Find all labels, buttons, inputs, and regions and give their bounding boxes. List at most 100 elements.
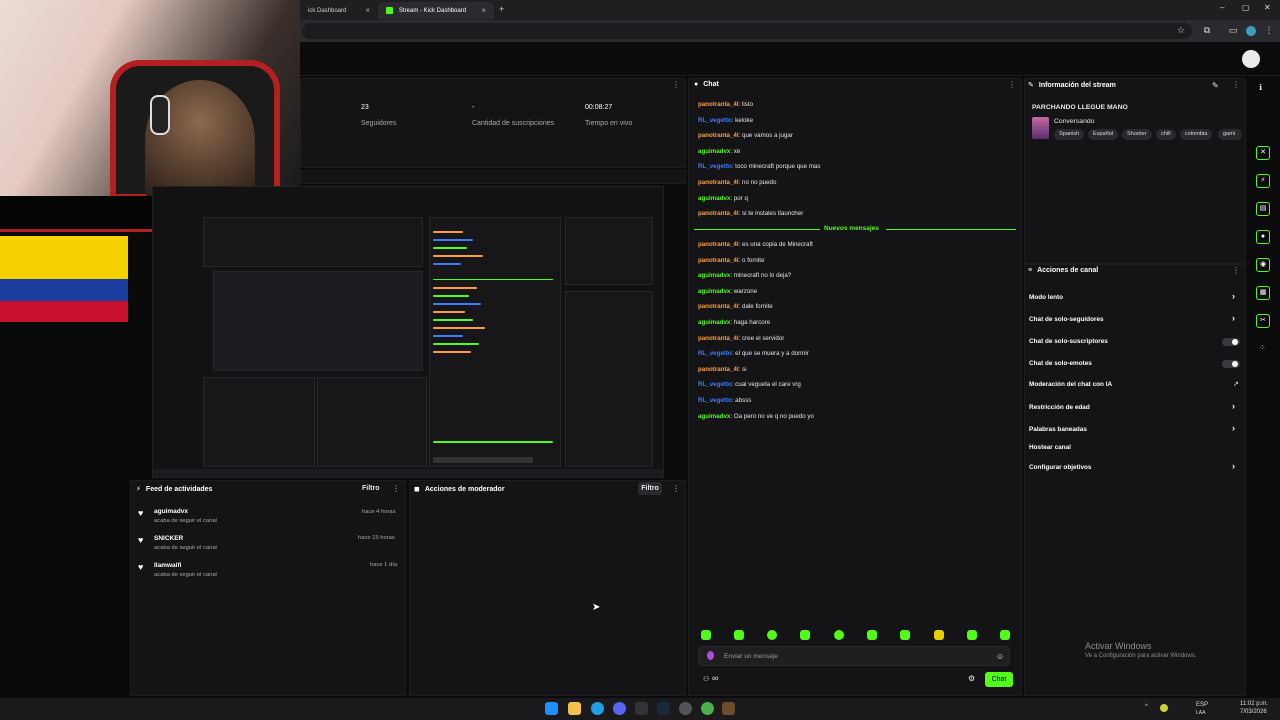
tray-date[interactable]: 7/03/2026	[1240, 709, 1267, 715]
rail-grid-icon[interactable]: ▦	[1256, 286, 1270, 300]
users-icon[interactable]: ⚇	[703, 675, 709, 683]
close-icon[interactable]: ×	[481, 6, 486, 15]
chat-menu-icon[interactable]: ⋮	[1008, 80, 1016, 89]
infinity-icon[interactable]: ∞	[712, 673, 718, 683]
address-field[interactable]	[302, 23, 1192, 39]
chevron-right-icon[interactable]: ›	[1232, 291, 1235, 301]
info-icon[interactable]: ℹ	[1259, 83, 1262, 92]
activity-menu-icon[interactable]: ⋮	[392, 484, 400, 493]
tray-app-icon[interactable]	[1160, 704, 1168, 712]
tray-time[interactable]: 11:02 p.m.	[1240, 701, 1268, 707]
emotes-only-toggle[interactable]	[1222, 360, 1240, 368]
edge-icon[interactable]	[591, 702, 604, 715]
chat-username[interactable]: panotranta_4l	[698, 132, 739, 139]
emote-icon[interactable]	[834, 630, 844, 640]
chat-username[interactable]: aguimadvx	[698, 319, 730, 326]
emote-icon[interactable]	[934, 630, 944, 640]
action-banned-words[interactable]: Palabras baneadas	[1029, 426, 1087, 433]
profile-icon[interactable]	[1246, 26, 1256, 36]
chat-username[interactable]: aguimadvx	[698, 148, 730, 155]
rail-close-icon[interactable]: ✕	[1256, 146, 1270, 160]
moderator-filter-button[interactable]: Filtro	[638, 482, 662, 495]
subscribers-only-toggle[interactable]	[1222, 338, 1240, 346]
emote-icon[interactable]	[1000, 630, 1010, 640]
bookmark-star-icon[interactable]: ☆	[1176, 25, 1186, 35]
emote-icon[interactable]	[767, 630, 777, 640]
emote-icon[interactable]	[867, 630, 877, 640]
app-icon[interactable]	[635, 702, 648, 715]
chat-username[interactable]: RL_vegetto	[698, 163, 732, 170]
chat-username[interactable]: aguimadvx	[698, 195, 730, 202]
tag-chip[interactable]: colombia	[1180, 129, 1213, 140]
action-followers-only[interactable]: Chat de solo-seguidores	[1029, 316, 1104, 323]
chat-username[interactable]: aguimadvx	[698, 413, 730, 420]
chat-username[interactable]: aguimadvx	[698, 288, 730, 295]
action-host-channel[interactable]: Hostear canal	[1029, 444, 1071, 451]
mic-icon[interactable]	[707, 651, 714, 660]
emote-icon[interactable]	[734, 630, 744, 640]
minimize-icon[interactable]: –	[1220, 3, 1224, 12]
chevron-right-icon[interactable]: ›	[1232, 461, 1235, 471]
cast-icon[interactable]: ▭	[1228, 25, 1238, 35]
moderator-menu-icon[interactable]: ⋮	[672, 484, 680, 493]
chat-username[interactable]: RL_vegetto	[698, 117, 732, 124]
tag-chip[interactable]: Shooter	[1122, 129, 1152, 140]
tray-lang[interactable]: ESP	[1196, 702, 1208, 708]
obs-icon[interactable]	[679, 702, 692, 715]
minecraft-icon[interactable]	[722, 702, 735, 715]
action-age-restriction[interactable]: Restricción de edad	[1029, 404, 1090, 411]
browser-tab-dashboard[interactable]: ick Dashboard ×	[300, 2, 378, 19]
rail-document-icon[interactable]: ▤	[1256, 202, 1270, 216]
tag-chip[interactable]: Spanish	[1054, 129, 1085, 140]
activity-filter-button[interactable]: Filtro	[362, 485, 380, 492]
stats-menu-icon[interactable]: ⋮	[672, 80, 680, 89]
chat-username[interactable]: panotranta_4l	[698, 210, 739, 217]
settings-gear-icon[interactable]: ⚙	[968, 674, 975, 683]
tray-chevron-icon[interactable]: ^	[1145, 704, 1148, 710]
chat-username[interactable]: panotranta_4l	[698, 366, 739, 373]
tag-chip[interactable]: gami	[1218, 129, 1242, 140]
emote-icon[interactable]	[800, 630, 810, 640]
chat-username[interactable]: RL_vegetto	[698, 381, 732, 388]
new-messages-divider[interactable]: Nuevos mensajes	[694, 225, 1016, 234]
action-ai-moderation[interactable]: Moderación del chat con IA	[1029, 381, 1112, 388]
new-tab-icon[interactable]: +	[499, 4, 504, 14]
chrome-icon[interactable]	[701, 702, 714, 715]
rail-chat-icon[interactable]: ●	[1256, 230, 1270, 244]
chat-username[interactable]: panotranta_4l	[698, 241, 739, 248]
tag-chip[interactable]: chill	[1156, 129, 1176, 140]
file-explorer-icon[interactable]	[568, 702, 581, 715]
close-icon[interactable]: ×	[365, 6, 370, 15]
send-chat-button[interactable]: Chat	[985, 672, 1013, 687]
stream-info-menu-icon[interactable]: ⋮	[1232, 80, 1240, 89]
menu-icon[interactable]: ⋮	[1264, 25, 1274, 35]
edit-icon[interactable]: ✎	[1212, 81, 1219, 90]
maximize-icon[interactable]: ▢	[1242, 3, 1250, 12]
rail-audio-icon[interactable]: ◉	[1256, 258, 1270, 272]
rail-more-icon[interactable]: ⁘	[1259, 343, 1266, 352]
rail-bolt-icon[interactable]: ⚡	[1256, 174, 1270, 188]
windows-start-icon[interactable]	[545, 702, 558, 715]
action-configure-goals[interactable]: Configurar objetivos	[1029, 464, 1092, 471]
close-window-icon[interactable]: ✕	[1264, 3, 1271, 12]
chevron-right-icon[interactable]: ›	[1232, 401, 1235, 411]
emoji-icon[interactable]: ☺	[996, 652, 1004, 661]
action-slow-mode[interactable]: Modo lento	[1029, 294, 1063, 301]
chat-username[interactable]: panotranta_4l	[698, 303, 739, 310]
rail-wrench-icon[interactable]: ✂	[1256, 314, 1270, 328]
external-link-icon[interactable]: ↗	[1233, 380, 1239, 388]
chevron-right-icon[interactable]: ›	[1232, 423, 1235, 433]
chat-username[interactable]: aguimadvx	[698, 272, 730, 279]
emote-icon[interactable]	[967, 630, 977, 640]
user-avatar[interactable]	[1242, 50, 1260, 68]
steam-icon[interactable]	[657, 702, 670, 715]
chat-username[interactable]: panotranta_4l	[698, 179, 739, 186]
tag-chip[interactable]: Español	[1088, 129, 1119, 140]
emote-icon[interactable]	[900, 630, 910, 640]
chat-username[interactable]: panotranta_4l	[698, 257, 739, 264]
chat-username[interactable]: panotranta_4l	[698, 335, 739, 342]
chat-username[interactable]: RL_vegetto	[698, 397, 732, 404]
channel-actions-menu-icon[interactable]: ⋮	[1232, 266, 1240, 275]
emote-icon[interactable]	[701, 630, 711, 640]
chat-username[interactable]: RL_vegetto	[698, 350, 732, 357]
